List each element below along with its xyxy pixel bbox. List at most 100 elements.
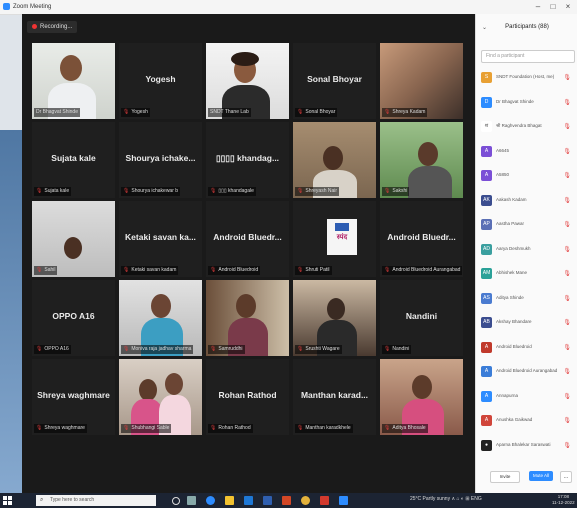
video-tile[interactable]: Android Bluedr... 🎙︎ Android Bluedroid Aur… (380, 201, 463, 277)
mic-muted-icon: 🎙︎ (297, 267, 304, 273)
participant-row[interactable]: AS Aditya Shinde 🎙︎ (481, 291, 573, 306)
mic-muted-icon[interactable]: 🎙︎ (563, 148, 571, 155)
acrobat-icon[interactable] (320, 496, 329, 505)
recording-indicator[interactable]: Recording... (27, 21, 78, 33)
windows-start-icon[interactable] (3, 496, 12, 505)
video-tile[interactable]: 🎙︎ Shubhangi Sable (119, 359, 202, 435)
mic-muted-icon[interactable]: 🎙︎ (563, 417, 571, 424)
participant-name-label: 🎙︎ Sujata kale (34, 187, 72, 196)
video-tile[interactable]: Yogesh 🎙︎ Yogesh (119, 43, 202, 119)
mic-muted-icon: 🎙︎ (384, 188, 391, 194)
mic-muted-icon: 🎙︎ (210, 188, 217, 194)
participant-row[interactable]: AB Akshay Bhandare 🎙︎ (481, 315, 573, 330)
participant-row[interactable]: A A6645 🎙︎ (481, 144, 573, 159)
video-tile[interactable]: SNDT Thane Lab (206, 43, 289, 119)
avatar: A (481, 390, 492, 402)
task-view-icon[interactable] (187, 496, 196, 505)
video-tile[interactable]: 🎙︎ Shreyash Nair (293, 122, 376, 198)
mic-muted-icon[interactable]: 🎙︎ (563, 123, 571, 130)
participant-name: Android Bluedroid Aurangabad (496, 368, 558, 373)
participant-name-label: 🎙︎ Moniva raja jadhav sharma (121, 345, 194, 354)
video-tile[interactable]: Shreya waghmare 🎙︎ Shreya waghmare (32, 359, 115, 435)
video-tile[interactable]: Nandini 🎙︎ Nandini (380, 280, 463, 356)
mic-muted-icon: 🎙︎ (384, 346, 391, 352)
cortana-icon[interactable] (172, 497, 180, 505)
video-tile[interactable]: Sujata kale 🎙︎ Sujata kale (32, 122, 115, 198)
mic-muted-icon[interactable]: 🎙︎ (563, 442, 571, 449)
participant-row[interactable]: D Dr Bhagvat Shinde 🎙︎ (481, 95, 573, 110)
chrome-icon[interactable] (301, 496, 310, 505)
video-tile[interactable]: Sonal Bhoyar 🎙︎ Sonal Bhoyar (293, 43, 376, 119)
video-tile[interactable]: Dr Bhagvat Shinde (32, 43, 115, 119)
video-tile[interactable]: OPPO A16 🎙︎ OPPO A16 (32, 280, 115, 356)
record-dot-icon (32, 23, 37, 29)
video-tile[interactable]: 🎙︎ Sahil (32, 201, 115, 277)
participant-name: Aarya Deshmukh (496, 245, 531, 251)
video-tile[interactable]: 🎙︎ Srushti Wagare (293, 280, 376, 356)
video-tile[interactable]: Rohan Rathod 🎙︎ Rohan Rathod (206, 359, 289, 435)
window-title: Zoom Meeting (13, 4, 52, 10)
video-tile[interactable]: स्पंद 🎙︎ Shruti Patil (293, 201, 376, 277)
close-button[interactable]: × (562, 2, 574, 11)
participant-row[interactable]: AK Aakash Kadam 🎙︎ (481, 193, 573, 208)
mic-muted-icon[interactable]: 🎙︎ (563, 172, 571, 179)
mic-muted-icon[interactable]: 🎙︎ (563, 197, 571, 204)
word-icon[interactable] (263, 496, 272, 505)
video-tile[interactable]: 🎙︎ Moniva raja jadhav sharma (119, 280, 202, 356)
mic-muted-icon[interactable]: 🎙︎ (563, 74, 571, 81)
video-tile[interactable]: Android Bluedr... 🎙︎ Android Bluedroid (206, 201, 289, 277)
mic-muted-icon[interactable]: 🎙︎ (563, 295, 571, 302)
avatar: AS (481, 292, 492, 304)
mic-muted-icon[interactable]: 🎙︎ (563, 270, 571, 277)
participant-row[interactable]: S SNDT Foundation (Host, me) 🎙︎ (481, 70, 573, 85)
more-options-button[interactable]: ... (560, 471, 572, 483)
participant-name: Akshay Bhandare (496, 319, 532, 324)
video-tile[interactable]: Ketaki savan ka... 🎙︎ Ketaki savan kadam (119, 201, 202, 277)
mute-all-button[interactable]: Mute All (529, 471, 553, 481)
zoom-taskbar-icon[interactable] (339, 496, 348, 505)
video-tile[interactable]: Manthan karad... 🎙︎ Manthan karadkhele (293, 359, 376, 435)
system-tray[interactable]: 25°C Partly sunny ∧ ⌂ ◐ ⊞ ENG (410, 496, 482, 502)
participant-row[interactable]: A Android Bluedroid 🎙︎ (481, 340, 573, 355)
video-tile[interactable]: 🎙︎ Shreya Kadam (380, 43, 463, 119)
taskbar-search-input[interactable]: ⌕ Type here to search (36, 495, 156, 506)
edge-browser-icon[interactable] (206, 496, 215, 505)
mic-muted-icon[interactable]: 🎙︎ (563, 99, 571, 106)
participant-row[interactable]: A Android Bluedroid Aurangabad 🎙︎ (481, 364, 573, 379)
participant-row[interactable]: AD Aarya Deshmukh 🎙︎ (481, 242, 573, 257)
mic-muted-icon[interactable]: 🎙︎ (563, 344, 571, 351)
clock-date: 11-12-2022 (552, 500, 575, 505)
powerpoint-icon[interactable] (282, 496, 291, 505)
video-tile[interactable]: ▯▯▯▯ khandag... 🎙︎ ▯▯▯ khandagale (206, 122, 289, 198)
minimize-button[interactable]: – (532, 2, 544, 11)
mic-muted-icon[interactable]: 🎙︎ (563, 246, 571, 253)
video-tile[interactable]: Shourya ichake... 🎙︎ Shourya ichakewar b (119, 122, 202, 198)
participant-search-input[interactable]: Find a participant (481, 50, 575, 63)
video-tile[interactable]: 🎙︎ Samruddhi (206, 280, 289, 356)
invite-button[interactable]: Invite (490, 471, 520, 483)
mic-muted-icon: 🎙︎ (123, 109, 130, 115)
avatar: A (481, 366, 492, 377)
video-tile[interactable]: 🎙︎ Aditya Bhosale (380, 359, 463, 435)
avatar: S (481, 72, 492, 83)
mic-muted-icon[interactable]: 🎙︎ (563, 368, 571, 375)
mic-muted-icon[interactable]: 🎙︎ (563, 393, 571, 400)
participant-row[interactable]: AP Aastha Pawar 🎙︎ (481, 217, 573, 232)
maximize-button[interactable]: □ (547, 2, 559, 11)
participant-row[interactable]: A A5850 🎙︎ (481, 168, 573, 183)
video-gallery: Recording... Dr Bhagvat Shinde Yogesh 🎙︎ Yo… (22, 14, 475, 493)
participant-row[interactable]: A Anushka Gaikwad 🎙︎ (481, 413, 573, 428)
participant-row[interactable]: ● Aparna Bhalekar Saraswati 🎙︎ (481, 438, 573, 453)
chevron-down-icon[interactable]: ⌄ (482, 24, 487, 31)
participant-row[interactable]: श श्री Raghvendra Bhagat 🎙︎ (481, 119, 573, 134)
clock[interactable]: 17:08 11-12-2022 (552, 494, 575, 506)
participant-row[interactable]: A Annapurna 🎙︎ (481, 389, 573, 404)
video-tile[interactable]: 🎙︎ Sakshi (380, 122, 463, 198)
file-explorer-icon[interactable] (225, 496, 234, 505)
recording-label: Recording... (40, 24, 73, 30)
mic-muted-icon[interactable]: 🎙︎ (563, 221, 571, 228)
store-icon[interactable] (244, 496, 253, 505)
participant-row[interactable]: AM Abhishek Mane 🎙︎ (481, 266, 573, 281)
avatar: AP (481, 219, 492, 230)
mic-muted-icon[interactable]: 🎙︎ (563, 319, 571, 326)
